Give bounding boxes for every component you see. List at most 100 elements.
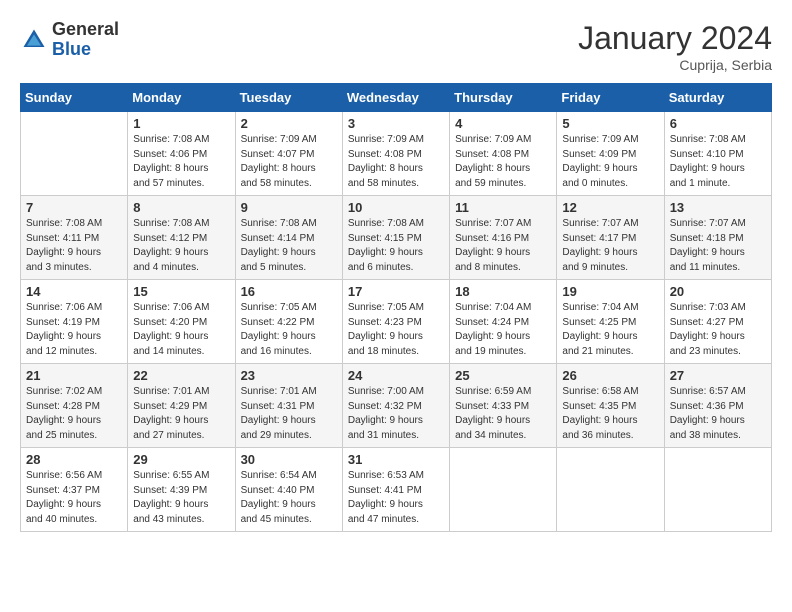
day-info: Sunrise: 7:09 AM Sunset: 4:08 PM Dayligh… <box>455 133 551 191</box>
calendar-day-cell: 21 Sunrise: 7:02 AM Sunset: 4:28 PM Dayli… <box>21 364 128 448</box>
calendar-day-cell: 11 Sunrise: 7:07 AM Sunset: 4:16 PM Dayli… <box>450 196 557 280</box>
day-info: Sunrise: 7:09 AM Sunset: 4:08 PM Dayligh… <box>348 133 444 191</box>
calendar-day-cell <box>664 448 771 532</box>
day-number: 27 <box>670 368 766 383</box>
day-number: 1 <box>133 116 229 131</box>
day-info: Sunrise: 7:03 AM Sunset: 4:27 PM Dayligh… <box>670 301 766 359</box>
month-title: January 2024 <box>578 20 772 57</box>
calendar-day-cell: 8 Sunrise: 7:08 AM Sunset: 4:12 PM Daylig… <box>128 196 235 280</box>
day-number: 17 <box>348 284 444 299</box>
calendar-day-cell: 1 Sunrise: 7:08 AM Sunset: 4:06 PM Daylig… <box>128 112 235 196</box>
calendar-week-row: 1 Sunrise: 7:08 AM Sunset: 4:06 PM Daylig… <box>21 112 772 196</box>
day-number: 11 <box>455 200 551 215</box>
calendar-week-row: 14 Sunrise: 7:06 AM Sunset: 4:19 PM Dayli… <box>21 280 772 364</box>
calendar-day-cell: 18 Sunrise: 7:04 AM Sunset: 4:24 PM Dayli… <box>450 280 557 364</box>
day-info: Sunrise: 6:54 AM Sunset: 4:40 PM Dayligh… <box>241 469 337 527</box>
day-number: 8 <box>133 200 229 215</box>
calendar-day-cell: 28 Sunrise: 6:56 AM Sunset: 4:37 PM Dayli… <box>21 448 128 532</box>
calendar-week-row: 28 Sunrise: 6:56 AM Sunset: 4:37 PM Dayli… <box>21 448 772 532</box>
day-number: 24 <box>348 368 444 383</box>
calendar-week-row: 21 Sunrise: 7:02 AM Sunset: 4:28 PM Dayli… <box>21 364 772 448</box>
day-number: 19 <box>562 284 658 299</box>
logo-text: General Blue <box>52 20 119 60</box>
day-number: 25 <box>455 368 551 383</box>
day-info: Sunrise: 6:59 AM Sunset: 4:33 PM Dayligh… <box>455 385 551 443</box>
calendar-day-cell: 6Sunrise: 7:08 AM Sunset: 4:10 PM Daylig… <box>664 112 771 196</box>
calendar-day-cell: 26Sunrise: 6:58 AM Sunset: 4:35 PM Dayli… <box>557 364 664 448</box>
weekday-header-cell: Wednesday <box>342 84 449 112</box>
day-number: 14 <box>26 284 122 299</box>
day-info: Sunrise: 7:02 AM Sunset: 4:28 PM Dayligh… <box>26 385 122 443</box>
calendar-day-cell <box>557 448 664 532</box>
day-number: 26 <box>562 368 658 383</box>
day-info: Sunrise: 7:08 AM Sunset: 4:15 PM Dayligh… <box>348 217 444 275</box>
day-info: Sunrise: 7:08 AM Sunset: 4:10 PM Dayligh… <box>670 133 766 191</box>
location: Cuprija, Serbia <box>578 57 772 73</box>
day-number: 29 <box>133 452 229 467</box>
day-number: 2 <box>241 116 337 131</box>
day-number: 9 <box>241 200 337 215</box>
day-number: 21 <box>26 368 122 383</box>
calendar-week-row: 7Sunrise: 7:08 AM Sunset: 4:11 PM Daylig… <box>21 196 772 280</box>
day-number: 31 <box>348 452 444 467</box>
day-number: 23 <box>241 368 337 383</box>
calendar-day-cell: 13Sunrise: 7:07 AM Sunset: 4:18 PM Dayli… <box>664 196 771 280</box>
day-number: 30 <box>241 452 337 467</box>
day-info: Sunrise: 7:01 AM Sunset: 4:29 PM Dayligh… <box>133 385 229 443</box>
calendar-table: SundayMondayTuesdayWednesdayThursdayFrid… <box>20 83 772 532</box>
calendar-day-cell: 14 Sunrise: 7:06 AM Sunset: 4:19 PM Dayli… <box>21 280 128 364</box>
day-number: 20 <box>670 284 766 299</box>
day-info: Sunrise: 7:06 AM Sunset: 4:19 PM Dayligh… <box>26 301 122 359</box>
day-info: Sunrise: 7:04 AM Sunset: 4:25 PM Dayligh… <box>562 301 658 359</box>
calendar-day-cell <box>21 112 128 196</box>
day-info: Sunrise: 6:56 AM Sunset: 4:37 PM Dayligh… <box>26 469 122 527</box>
day-number: 10 <box>348 200 444 215</box>
day-number: 16 <box>241 284 337 299</box>
day-info: Sunrise: 7:05 AM Sunset: 4:22 PM Dayligh… <box>241 301 337 359</box>
weekday-header-cell: Tuesday <box>235 84 342 112</box>
weekday-header-row: SundayMondayTuesdayWednesdayThursdayFrid… <box>21 84 772 112</box>
weekday-header-cell: Friday <box>557 84 664 112</box>
calendar-day-cell: 19 Sunrise: 7:04 AM Sunset: 4:25 PM Dayli… <box>557 280 664 364</box>
day-number: 15 <box>133 284 229 299</box>
day-number: 13 <box>670 200 766 215</box>
day-info: Sunrise: 6:57 AM Sunset: 4:36 PM Dayligh… <box>670 385 766 443</box>
day-info: Sunrise: 7:08 AM Sunset: 4:14 PM Dayligh… <box>241 217 337 275</box>
day-info: Sunrise: 7:04 AM Sunset: 4:24 PM Dayligh… <box>455 301 551 359</box>
day-info: Sunrise: 7:07 AM Sunset: 4:17 PM Dayligh… <box>562 217 658 275</box>
calendar-day-cell: 27 Sunrise: 6:57 AM Sunset: 4:36 PM Dayli… <box>664 364 771 448</box>
logo: General Blue <box>20 20 119 60</box>
calendar-day-cell: 9 Sunrise: 7:08 AM Sunset: 4:14 PM Daylig… <box>235 196 342 280</box>
day-info: Sunrise: 7:07 AM Sunset: 4:16 PM Dayligh… <box>455 217 551 275</box>
calendar-day-cell: 29 Sunrise: 6:55 AM Sunset: 4:39 PM Dayli… <box>128 448 235 532</box>
weekday-header-cell: Saturday <box>664 84 771 112</box>
weekday-header-cell: Sunday <box>21 84 128 112</box>
day-number: 3 <box>348 116 444 131</box>
day-info: Sunrise: 7:08 AM Sunset: 4:06 PM Dayligh… <box>133 133 229 191</box>
logo-icon <box>20 26 48 54</box>
day-info: Sunrise: 6:53 AM Sunset: 4:41 PM Dayligh… <box>348 469 444 527</box>
day-info: Sunrise: 7:06 AM Sunset: 4:20 PM Dayligh… <box>133 301 229 359</box>
day-number: 28 <box>26 452 122 467</box>
day-info: Sunrise: 7:08 AM Sunset: 4:12 PM Dayligh… <box>133 217 229 275</box>
logo-blue: Blue <box>52 39 91 59</box>
day-info: Sunrise: 7:00 AM Sunset: 4:32 PM Dayligh… <box>348 385 444 443</box>
day-info: Sunrise: 7:05 AM Sunset: 4:23 PM Dayligh… <box>348 301 444 359</box>
calendar-day-cell: 20 Sunrise: 7:03 AM Sunset: 4:27 PM Dayli… <box>664 280 771 364</box>
calendar-day-cell: 12Sunrise: 7:07 AM Sunset: 4:17 PM Dayli… <box>557 196 664 280</box>
day-info: Sunrise: 6:55 AM Sunset: 4:39 PM Dayligh… <box>133 469 229 527</box>
calendar-day-cell: 31 Sunrise: 6:53 AM Sunset: 4:41 PM Dayli… <box>342 448 449 532</box>
title-block: January 2024 Cuprija, Serbia <box>578 20 772 73</box>
calendar-day-cell: 22Sunrise: 7:01 AM Sunset: 4:29 PM Dayli… <box>128 364 235 448</box>
calendar-day-cell: 16 Sunrise: 7:05 AM Sunset: 4:22 PM Dayli… <box>235 280 342 364</box>
calendar-day-cell: 7Sunrise: 7:08 AM Sunset: 4:11 PM Daylig… <box>21 196 128 280</box>
day-info: Sunrise: 7:09 AM Sunset: 4:09 PM Dayligh… <box>562 133 658 191</box>
calendar-day-cell <box>450 448 557 532</box>
calendar-day-cell: 2Sunrise: 7:09 AM Sunset: 4:07 PM Daylig… <box>235 112 342 196</box>
day-number: 18 <box>455 284 551 299</box>
page-header: General Blue January 2024 Cuprija, Serbi… <box>20 20 772 73</box>
day-info: Sunrise: 7:08 AM Sunset: 4:11 PM Dayligh… <box>26 217 122 275</box>
day-number: 5 <box>562 116 658 131</box>
calendar-day-cell: 5 Sunrise: 7:09 AM Sunset: 4:09 PM Daylig… <box>557 112 664 196</box>
calendar-day-cell: 10 Sunrise: 7:08 AM Sunset: 4:15 PM Dayli… <box>342 196 449 280</box>
